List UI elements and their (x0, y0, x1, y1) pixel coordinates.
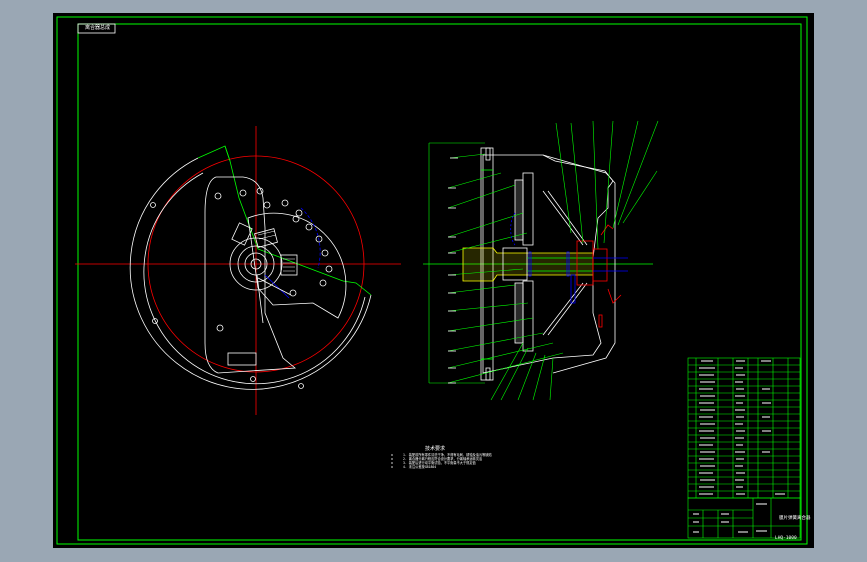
flywheel-inner (143, 172, 366, 385)
notes-markers (391, 454, 393, 468)
note-4: 4. 未注公差按GB1804 (403, 465, 437, 469)
title-name: 膜片弹簧离合器 (779, 516, 811, 521)
friction-disc (514, 179, 524, 241)
input-shaft (462, 247, 594, 282)
parts-list (687, 357, 801, 499)
drawing-number: LHQ-1000 (775, 536, 797, 541)
notes-heading: 技术要求 (425, 446, 446, 452)
front-view (75, 126, 401, 415)
drawing-label: 离合器总成 (85, 25, 111, 31)
cover-tab (227, 352, 257, 366)
section-view (423, 120, 659, 401)
parts-list-text (699, 360, 785, 495)
drawing-viewport[interactable]: 离合器总成 技术要求 1. 装配前所有零件清洗干净，不得有毛刺、锈蚀及油污等缺陷… (53, 13, 814, 548)
damper-spring-2 (280, 254, 298, 276)
